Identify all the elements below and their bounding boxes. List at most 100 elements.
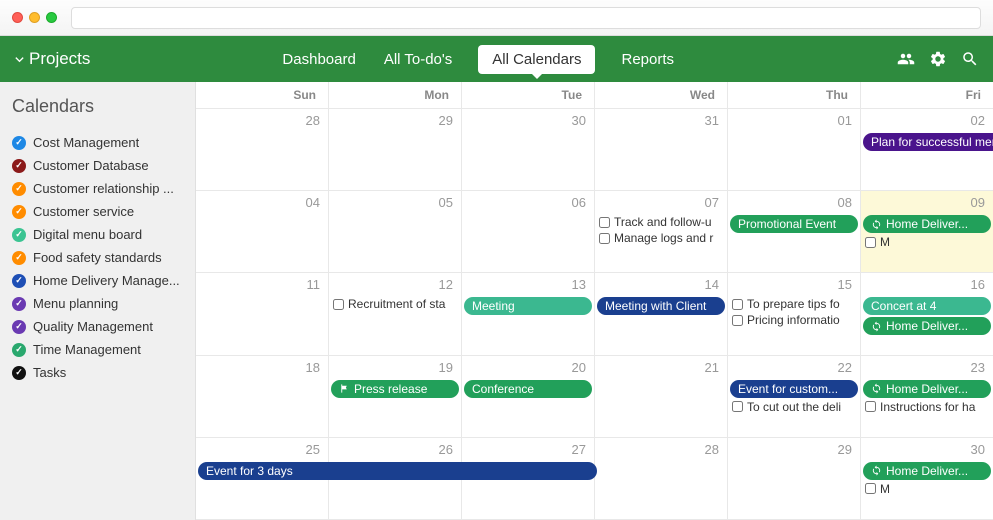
event-pill[interactable]: Home Deliver... xyxy=(863,462,991,480)
task-checkbox[interactable] xyxy=(599,233,610,244)
task-item[interactable]: To cut out the deli xyxy=(730,400,858,414)
day-cell[interactable]: 22Event for custom...To cut out the deli xyxy=(728,356,861,437)
day-number: 25 xyxy=(200,442,324,460)
day-number: 04 xyxy=(200,195,324,213)
sidebar-item[interactable]: Customer service xyxy=(12,200,183,223)
sidebar-item[interactable]: Customer Database xyxy=(12,154,183,177)
sidebar-item[interactable]: Customer relationship ... xyxy=(12,177,183,200)
day-cell[interactable]: 29 xyxy=(728,438,861,519)
calendar-color-dot xyxy=(12,205,26,219)
task-checkbox[interactable] xyxy=(732,315,743,326)
sidebar-item[interactable]: Home Delivery Manage... xyxy=(12,269,183,292)
event-pill[interactable]: Plan for successful menu pl xyxy=(863,133,993,151)
task-checkbox[interactable] xyxy=(333,299,344,310)
event-pill[interactable]: Event for custom... xyxy=(730,380,858,398)
sidebar-item[interactable]: Quality Management xyxy=(12,315,183,338)
day-number: 02 xyxy=(865,113,989,131)
projects-dropdown[interactable]: Projects xyxy=(14,49,90,69)
day-cell[interactable]: 23Home Deliver...Instructions for ha xyxy=(861,356,993,437)
task-item[interactable]: To prepare tips fo xyxy=(730,297,858,311)
tab-dashboard[interactable]: Dashboard xyxy=(280,45,357,74)
event-pill[interactable]: Concert at 4 xyxy=(863,297,991,315)
tab-reports[interactable]: Reports xyxy=(619,45,676,74)
day-cell[interactable]: 02 Plan for successful menu pl xyxy=(861,109,993,190)
task-item[interactable]: M xyxy=(863,482,991,496)
task-item[interactable]: Manage logs and r xyxy=(597,231,725,245)
sidebar-item-label: Quality Management xyxy=(33,319,153,334)
task-checkbox[interactable] xyxy=(732,401,743,412)
sidebar-item[interactable]: Food safety standards xyxy=(12,246,183,269)
url-bar[interactable] xyxy=(71,7,981,29)
day-cell[interactable]: 01 xyxy=(728,109,861,190)
day-events: Meeting with Client xyxy=(597,297,725,315)
day-cell[interactable]: 30 xyxy=(462,109,595,190)
event-pill[interactable]: Home Deliver... xyxy=(863,380,991,398)
day-cell[interactable]: 31 xyxy=(595,109,728,190)
task-item[interactable]: Pricing informatio xyxy=(730,313,858,327)
task-item[interactable]: Track and follow-u xyxy=(597,215,725,229)
day-cell[interactable]: 07Track and follow-uManage logs and r xyxy=(595,191,728,272)
day-cell[interactable]: 11 xyxy=(196,273,329,354)
event-pill[interactable]: Conference xyxy=(464,380,592,398)
task-item[interactable]: Recruitment of sta xyxy=(331,297,459,311)
calendar-color-dot xyxy=(12,228,26,242)
sidebar-item[interactable]: Cost Management xyxy=(12,131,183,154)
minimize-window-icon[interactable] xyxy=(29,12,40,23)
top-nav: Projects Dashboard All To-do's All Calen… xyxy=(0,36,993,82)
event-label: Event for custom... xyxy=(738,382,838,396)
day-cell[interactable]: 30 Home Deliver... M xyxy=(861,438,993,519)
sidebar-item[interactable]: Tasks xyxy=(12,361,183,384)
tab-all-calendars[interactable]: All Calendars xyxy=(478,45,595,74)
task-checkbox[interactable] xyxy=(732,299,743,310)
day-number: 21 xyxy=(599,360,723,378)
task-checkbox[interactable] xyxy=(865,483,876,494)
day-cell[interactable]: 29 xyxy=(329,109,462,190)
day-cell[interactable]: 20Conference xyxy=(462,356,595,437)
task-item[interactable]: Instructions for ha xyxy=(863,400,991,414)
calendar-color-dot xyxy=(12,136,26,150)
people-icon[interactable] xyxy=(897,50,915,68)
event-label: Concert at 4 xyxy=(871,299,936,313)
search-icon[interactable] xyxy=(961,50,979,68)
task-checkbox[interactable] xyxy=(865,401,876,412)
task-item[interactable]: M xyxy=(863,235,991,249)
close-window-icon[interactable] xyxy=(12,12,23,23)
event-pill[interactable]: Home Deliver... xyxy=(863,215,991,233)
day-cell[interactable]: 18 xyxy=(196,356,329,437)
task-label: Pricing informatio xyxy=(747,313,840,327)
day-number: 12 xyxy=(333,277,457,295)
task-checkbox[interactable] xyxy=(865,237,876,248)
day-cell[interactable]: 06 xyxy=(462,191,595,272)
gear-icon[interactable] xyxy=(929,50,947,68)
event-pill[interactable]: Meeting with Client xyxy=(597,297,725,315)
task-checkbox[interactable] xyxy=(599,217,610,228)
day-number: 30 xyxy=(865,442,989,460)
maximize-window-icon[interactable] xyxy=(46,12,57,23)
day-cell[interactable]: 15To prepare tips foPricing informatio xyxy=(728,273,861,354)
day-cell[interactable]: 08 Promotional Event xyxy=(728,191,861,272)
sidebar-item[interactable]: Digital menu board xyxy=(12,223,183,246)
sidebar-item[interactable]: Menu planning xyxy=(12,292,183,315)
day-cell[interactable]: 05 xyxy=(329,191,462,272)
event-pill[interactable]: Home Deliver... xyxy=(863,317,991,335)
event-pill-span[interactable]: Event for 3 days xyxy=(198,462,597,480)
chevron-down-icon xyxy=(14,54,25,65)
day-cell[interactable]: 12 Recruitment of sta xyxy=(329,273,462,354)
day-cell[interactable]: 04 xyxy=(196,191,329,272)
day-cell[interactable]: 14Meeting with Client xyxy=(595,273,728,354)
tab-all-todos[interactable]: All To-do's xyxy=(382,45,454,74)
day-cell[interactable]: 28 xyxy=(595,438,728,519)
day-cell[interactable]: 16Concert at 4Home Deliver... xyxy=(861,273,993,354)
event-pill[interactable]: Press release xyxy=(331,380,459,398)
day-cell[interactable]: 09Home Deliver...M xyxy=(861,191,993,272)
day-cell[interactable]: 19Press release xyxy=(329,356,462,437)
day-cell[interactable]: 21 xyxy=(595,356,728,437)
day-events: Conference xyxy=(464,380,592,398)
event-pill[interactable]: Meeting xyxy=(464,297,592,315)
day-number: 08 xyxy=(732,195,856,213)
day-cell[interactable]: 13Meeting xyxy=(462,273,595,354)
event-pill[interactable]: Promotional Event xyxy=(730,215,858,233)
sidebar-item[interactable]: Time Management xyxy=(12,338,183,361)
day-cell[interactable]: 28 xyxy=(196,109,329,190)
sidebar-item-label: Time Management xyxy=(33,342,141,357)
